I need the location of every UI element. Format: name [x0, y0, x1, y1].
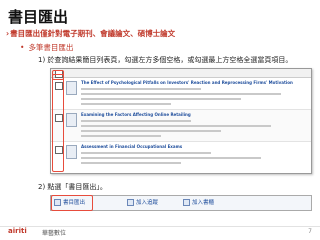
result-meta-line — [81, 157, 261, 159]
result-row: The Effect of Psychological Pitfalls on … — [51, 78, 311, 110]
bullet-multi-export: • 多筆書目匯出 — [20, 42, 73, 53]
add-to-track-button[interactable]: 加入追蹤 — [127, 198, 158, 207]
step-1-instruction: 1) 於查詢結果簡目列表頁，勾選左方多個空格，或勾選最上方空格全選當頁項目。 — [38, 56, 293, 64]
footer-divider — [0, 226, 320, 227]
result-meta-line — [81, 88, 201, 90]
result-meta-line — [81, 135, 161, 137]
result-meta-line — [81, 162, 181, 164]
result-row: Assessment in Financial Occupational Exa… — [51, 142, 311, 173]
document-icon — [66, 145, 77, 159]
result-row: Examining the Factors Affecting Online R… — [51, 110, 311, 142]
add-to-folder-label: 加入書櫃 — [192, 200, 215, 206]
step-2-instruction: 2) 點選「書目匯出」。 — [38, 183, 107, 191]
bullet-scope-text: 書目匯出僅針對電子期刊、會議論文、碩博士論文 — [10, 29, 176, 38]
folder-icon — [183, 199, 190, 206]
airiti-logo: airiti — [8, 227, 27, 235]
track-icon — [127, 199, 134, 206]
result-meta-line — [81, 93, 281, 95]
document-icon — [66, 81, 77, 95]
slide-title: 書目匯出 — [8, 8, 69, 26]
bullet-multi-export-text: 多筆書目匯出 — [28, 43, 74, 52]
result-meta-line — [81, 130, 221, 132]
bullet-marker: › — [6, 29, 10, 38]
checkbox-column-highlight — [52, 74, 64, 172]
result-meta-line — [81, 152, 211, 154]
result-title[interactable]: Examining the Factors Affecting Online R… — [81, 112, 191, 117]
bullet-dot: • — [20, 43, 25, 52]
export-button-highlight — [51, 195, 93, 211]
result-title[interactable]: Assessment in Financial Occupational Exa… — [81, 144, 182, 149]
result-title[interactable]: The Effect of Psychological Pitfalls on … — [81, 80, 293, 85]
result-meta-line — [81, 120, 191, 122]
result-meta-line — [81, 98, 241, 100]
result-meta-line — [81, 103, 171, 105]
document-icon — [66, 113, 77, 127]
result-meta-line — [81, 125, 271, 127]
page-number: 7 — [308, 228, 312, 235]
results-list-screenshot: The Effect of Psychological Pitfalls on … — [50, 68, 312, 174]
results-header-bar — [51, 69, 311, 78]
bullet-scope: ›書目匯出僅針對電子期刊、會議論文、碩博士論文 — [6, 28, 175, 39]
add-to-track-label: 加入追蹤 — [136, 200, 159, 206]
company-name: 華藝數位 — [42, 230, 67, 237]
add-to-folder-button[interactable]: 加入書櫃 — [183, 198, 214, 207]
